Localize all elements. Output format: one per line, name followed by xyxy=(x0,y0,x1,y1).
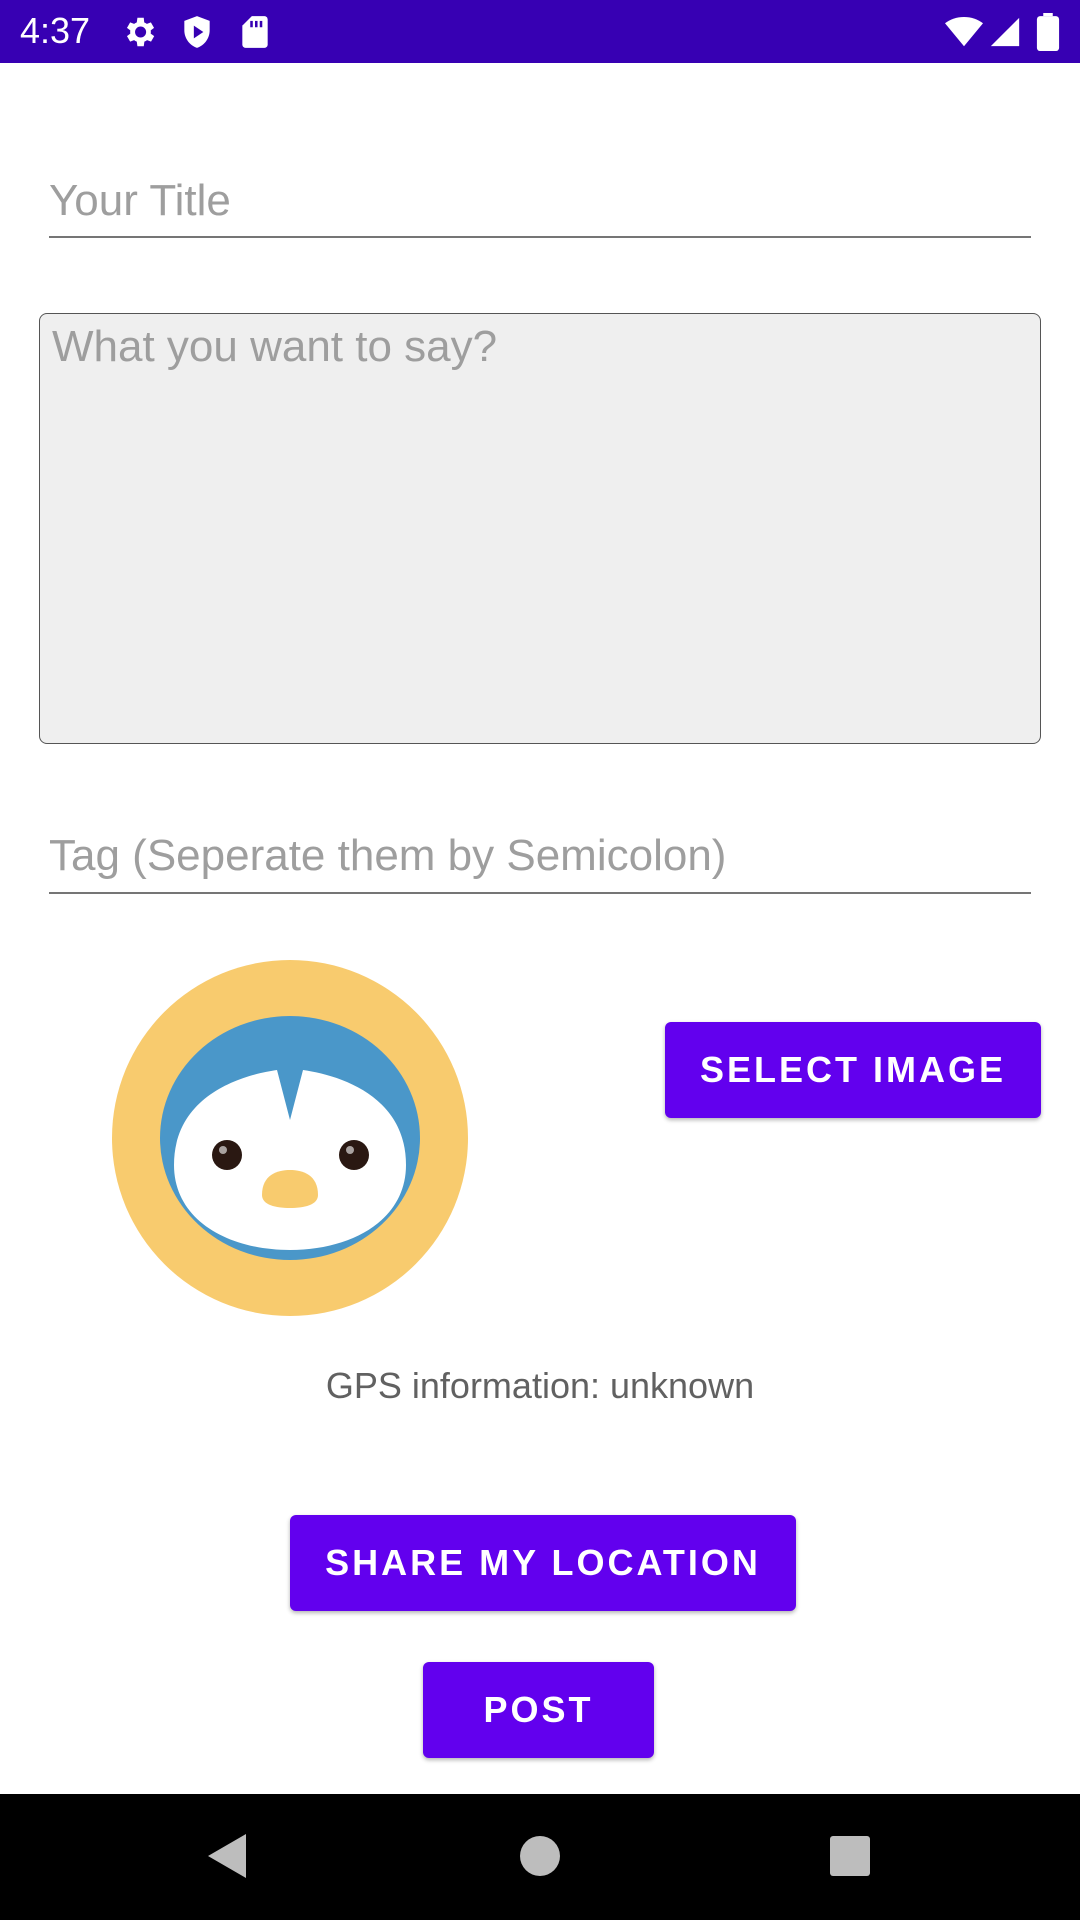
wifi-icon xyxy=(944,13,984,51)
tag-input[interactable] xyxy=(49,820,1031,894)
message-textarea[interactable] xyxy=(39,313,1041,744)
back-icon[interactable] xyxy=(198,1826,258,1886)
post-button[interactable]: POST xyxy=(423,1662,654,1758)
signal-icon xyxy=(988,13,1022,51)
sd-card-icon xyxy=(236,13,274,51)
gear-icon xyxy=(120,13,158,51)
title-input[interactable] xyxy=(49,166,1031,238)
home-icon[interactable] xyxy=(510,1826,570,1886)
battery-icon xyxy=(1036,13,1060,51)
penguin-avatar-icon xyxy=(112,960,468,1316)
recents-icon[interactable] xyxy=(820,1826,880,1886)
shield-play-icon xyxy=(178,13,216,51)
status-bar: 4:37 xyxy=(0,0,1080,63)
share-location-button[interactable]: SHARE MY LOCATION xyxy=(290,1515,796,1611)
navigation-bar xyxy=(0,1794,1080,1920)
gps-info-text: GPS information: unknown xyxy=(325,1365,755,1406)
status-time: 4:37 xyxy=(20,10,91,51)
select-image-button[interactable]: SELECT IMAGE xyxy=(665,1022,1041,1118)
